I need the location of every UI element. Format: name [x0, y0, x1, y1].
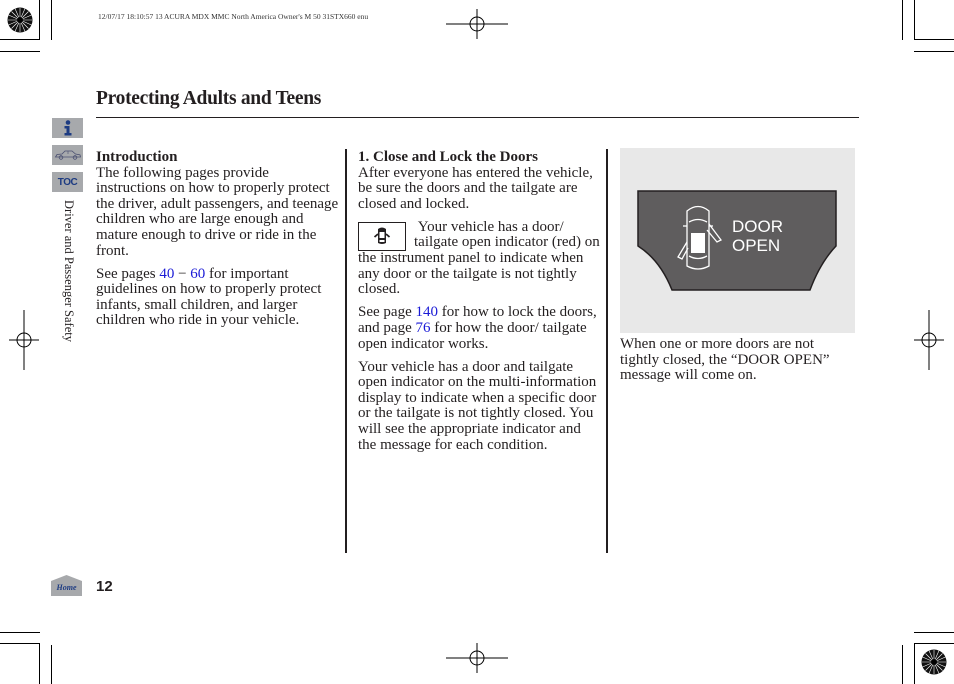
multi-info-paragraph: Your vehicle has a door and tailgate ope…: [358, 358, 597, 453]
toc-label: TOC: [57, 176, 78, 188]
multi-info-display: DOOR OPEN: [637, 190, 837, 291]
quick-reference-button[interactable]: [52, 145, 83, 165]
column-divider: [345, 149, 347, 553]
close-lock-paragraph: After everyone has entered the vehicle, …: [358, 164, 593, 212]
page-link-140[interactable]: 140: [415, 304, 438, 321]
close-lock-heading: 1. Close and Lock the Doors: [358, 149, 539, 165]
page-link-40[interactable]: 40: [159, 266, 174, 282]
crosshair-mark-icon: [914, 310, 944, 370]
text: See page: [358, 304, 416, 321]
page-link-60[interactable]: 60: [190, 266, 205, 282]
figure-caption: When one or more doors are not tightly c…: [620, 336, 830, 384]
title-rule: [96, 117, 859, 118]
figure-caption-column: When one or more doors are not tightly c…: [620, 336, 856, 391]
registration-target-icon: [921, 649, 947, 675]
introduction-paragraph: The following pages provide instructions…: [96, 164, 339, 259]
see-page-paragraph: See page 140 for how to lock the doors, …: [358, 305, 600, 352]
indicator-paragraph: Your vehicle has a door/ tailgate open i…: [358, 219, 600, 298]
index-button[interactable]: [52, 118, 83, 138]
section-label: Driver and Passenger Safety: [52, 200, 82, 370]
text: See pages: [96, 265, 160, 282]
display-line-1: DOOR: [732, 217, 783, 236]
see-pages-paragraph: See pages 40 − 60 for important guidelin…: [96, 265, 341, 329]
print-slug: 12/07/17 18:10:57 13 ACURA MDX MMC North…: [98, 12, 369, 21]
crosshair-mark-icon: [9, 310, 39, 370]
crosshair-mark-icon: [446, 643, 508, 673]
info-icon: [64, 120, 71, 136]
door-open-display-figure: DOOR OPEN: [620, 148, 855, 333]
introduction-heading: Introduction: [96, 149, 178, 165]
section-label-text: Driver and Passenger Safety: [62, 200, 76, 342]
page-number: 12: [96, 578, 113, 595]
registration-target-icon: [7, 7, 33, 33]
display-line-2: OPEN: [732, 236, 780, 255]
page-title: Protecting Adults and Teens: [96, 88, 322, 109]
door-open-indicator-icon: [373, 227, 391, 245]
introduction-column: Introduction The following pages provide…: [96, 149, 341, 337]
text: −: [174, 265, 191, 282]
door-open-indicator-box: [358, 221, 406, 251]
car-index-icon: [54, 150, 81, 160]
close-lock-doors-column: 1. Close and Lock the Doors After everyo…: [358, 149, 600, 461]
toc-button[interactable]: TOC: [52, 172, 83, 192]
column-divider: [606, 149, 608, 553]
page-link-76[interactable]: 76: [415, 320, 430, 336]
crosshair-mark-icon: [446, 9, 508, 39]
home-button[interactable]: Home: [51, 575, 82, 596]
home-label: Home: [56, 583, 77, 592]
